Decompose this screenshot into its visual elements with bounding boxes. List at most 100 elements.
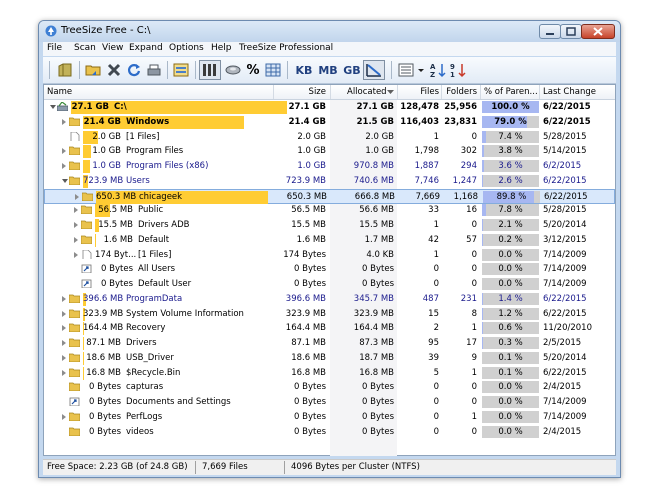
scan-drive-button[interactable] xyxy=(83,60,103,80)
size-label: 723.9 MB xyxy=(83,175,124,186)
tree-row[interactable]: 1.0 GB Program Files 1.0 GB 1.0 GB 1,798 302 3… xyxy=(44,144,615,159)
file-count-button[interactable] xyxy=(263,60,283,80)
menu-file[interactable]: File xyxy=(47,43,62,53)
sort-by-name-button[interactable]: AZ xyxy=(429,60,447,80)
tree-row[interactable]: 723.9 MB Users 723.9 MB 740.6 MB 7,746 1,247 2… xyxy=(44,174,615,189)
tree-row[interactable]: 56.5 MB Public 56.5 MB 56.6 MB 33 16 7.8 % 5/28… xyxy=(44,203,615,218)
last-change-cell: 3/12/2015 xyxy=(543,234,587,245)
tree-row[interactable]: 0 Bytes PerfLogs 0 Bytes 0 Bytes 0 1 0.0 % 7/14… xyxy=(44,410,615,425)
size-label: 0 Bytes xyxy=(89,397,121,407)
tree-row[interactable]: 16.8 MB $Recycle.Bin 16.8 MB 16.8 MB 5 1 0.1 %… xyxy=(44,366,615,381)
folder-name: Drivers ADB xyxy=(138,220,190,230)
gb-button[interactable]: GB xyxy=(341,60,363,80)
size-cell: 164.4 MB xyxy=(285,323,326,334)
expand-arrow-icon[interactable] xyxy=(62,340,66,346)
tree-row[interactable]: 21.4 GB Windows 21.4 GB 21.5 GB 116,403 23,83… xyxy=(44,115,615,130)
auto-units-button[interactable] xyxy=(363,60,385,80)
expand-arrow-icon[interactable] xyxy=(62,354,66,361)
expand-arrow-icon[interactable] xyxy=(74,236,78,243)
refresh-button[interactable] xyxy=(125,60,143,80)
mb-button[interactable]: MB xyxy=(317,60,339,80)
tree-row[interactable]: 1.0 GB Program Files (x86) 1.0 GB 970.8 MB 1… xyxy=(44,159,615,174)
tree-row[interactable]: 0 Bytes capturas 0 Bytes 0 Bytes 0 0 0.0 % 2/4/… xyxy=(44,380,615,395)
close-button[interactable] xyxy=(581,24,615,39)
tree-row[interactable]: 15.5 MB Drivers ADB 15.5 MB 15.5 MB 1 0 2.1 % 5… xyxy=(44,218,615,233)
view-dropdown-button[interactable] xyxy=(417,60,425,80)
details-view-button[interactable] xyxy=(395,60,417,80)
allocated-cell: 4.0 KB xyxy=(366,249,394,260)
shortcut-icon xyxy=(81,279,92,288)
print-button[interactable] xyxy=(145,60,163,80)
expand-arrow-icon[interactable] xyxy=(75,193,79,200)
folder-name: [1 Files] xyxy=(126,131,160,142)
column-header-allocated[interactable]: Allocated xyxy=(347,87,387,97)
kb-button[interactable]: KB xyxy=(293,60,315,80)
percent-cell: 79.0 % xyxy=(494,116,527,127)
tree-row[interactable]: 0 Bytes Documents and Settings 0 Bytes 0 By… xyxy=(44,395,615,410)
tree-row[interactable]: 18.6 MB USB_Driver 18.6 MB 18.7 MB 39 9 0.1 % 5… xyxy=(44,351,615,366)
column-header-files[interactable]: Files xyxy=(398,87,439,97)
folders-cell: 0 xyxy=(471,220,477,230)
tree-row[interactable]: 1.6 MB Default 1.6 MB 1.7 MB 42 57 0.2 % 3/12/2… xyxy=(44,233,615,248)
tree-row[interactable]: 27.1 GB C:\ 27.1 GB 27.1 GB 128,478 25,956 100… xyxy=(44,100,615,115)
menu-treesize-professional[interactable]: TreeSize Professional xyxy=(239,43,333,53)
folder-icon xyxy=(69,117,80,126)
column-header-size[interactable]: Size xyxy=(274,87,326,97)
printer-icon xyxy=(147,64,161,76)
export-button[interactable] xyxy=(171,60,191,80)
expand-arrow-icon[interactable] xyxy=(62,295,66,302)
tree-row[interactable]: 87.1 MB Drivers 87.1 MB 87.3 MB 95 17 0.3 % 2/5… xyxy=(44,336,615,351)
expand-arrow-icon[interactable] xyxy=(62,148,66,155)
expand-arrow-icon[interactable] xyxy=(62,325,66,332)
column-header-name[interactable]: Name xyxy=(47,87,72,97)
expand-arrow-icon[interactable] xyxy=(74,222,78,228)
menu-scan[interactable]: Scan xyxy=(74,43,96,53)
percent-button[interactable]: % xyxy=(245,60,261,80)
tree-row[interactable]: 0 Bytes All Users 0 Bytes 0 Bytes 0 0 0.0 % 7/1… xyxy=(44,262,615,277)
collapse-arrow-icon[interactable] xyxy=(50,105,56,109)
tree-row[interactable]: 164.4 MB Recovery 164.4 MB 164.4 MB 2 1 0.6 % 1… xyxy=(44,321,615,336)
tree-row[interactable]: 323.9 MB System Volume Information 323.9 M… xyxy=(44,307,615,322)
maximize-button[interactable] xyxy=(560,24,582,39)
expand-arrow-icon[interactable] xyxy=(74,251,78,258)
menu-view[interactable]: View xyxy=(102,43,123,53)
select-directory-button[interactable] xyxy=(55,60,75,80)
menu-expand[interactable]: Expand xyxy=(129,43,163,53)
folders-cell: 57 xyxy=(466,234,477,245)
expand-arrow-icon[interactable] xyxy=(62,369,66,376)
column-header-percent[interactable]: % of Paren... xyxy=(484,87,538,97)
allocated-space-button[interactable] xyxy=(223,60,243,80)
tree-row[interactable]: 396.6 MB ProgramData 396.6 MB 345.7 MB 487 23… xyxy=(44,292,615,307)
minimize-button[interactable] xyxy=(539,24,561,39)
tree-row[interactable]: 174 Byt... [1 Files] 174 Bytes 4.0 KB 1 0 0.0 … xyxy=(44,248,615,263)
allocated-cell: 2.0 GB xyxy=(365,131,394,142)
last-change-cell: 5/20/2014 xyxy=(543,352,587,363)
expand-arrow-icon[interactable] xyxy=(74,207,78,214)
size-cell: 21.4 GB xyxy=(288,116,326,127)
last-change-cell: 7/14/2009 xyxy=(543,411,587,422)
tree-row[interactable]: 2.0 GB [1 Files] 2.0 GB 2.0 GB 1 0 7.4 % 5/28/2… xyxy=(44,130,615,145)
folder-icon xyxy=(69,338,80,347)
columns-icon xyxy=(203,64,216,76)
menu-options[interactable]: Options xyxy=(169,43,204,53)
column-header-last-change[interactable]: Last Change xyxy=(543,87,596,97)
size-cell: 15.5 MB xyxy=(291,220,326,230)
expand-arrow-icon[interactable] xyxy=(62,118,66,125)
percent-bar: 89.8 % xyxy=(483,190,540,203)
files-cell: 0 xyxy=(433,264,439,275)
tree-row[interactable]: 0 Bytes Default User 0 Bytes 0 Bytes 0 0 0.0 %… xyxy=(44,277,615,292)
stop-button[interactable] xyxy=(105,60,123,80)
expand-arrow-icon[interactable] xyxy=(62,163,66,169)
tree-row[interactable]: 0 Bytes videos 0 Bytes 0 Bytes 0 0 0.0 % 2/4/20… xyxy=(44,425,615,440)
expand-arrow-icon[interactable] xyxy=(62,413,66,420)
size-view-button[interactable] xyxy=(199,60,221,80)
percent-bar: 7.8 % xyxy=(482,204,539,217)
collapse-arrow-icon[interactable] xyxy=(62,178,68,183)
column-header-folders[interactable]: Folders xyxy=(442,87,477,97)
tree-row[interactable]: 650.3 MB chicageek 650.3 MB 666.8 MB 7,669 1,… xyxy=(44,188,615,204)
menu-help[interactable]: Help xyxy=(211,43,232,53)
sort-by-size-button[interactable]: 91 xyxy=(449,60,467,80)
percent-cell: 0.1 % xyxy=(498,352,523,363)
expand-arrow-icon[interactable] xyxy=(62,310,66,317)
title-bar[interactable]: TreeSize Free - C:\ xyxy=(39,21,620,42)
